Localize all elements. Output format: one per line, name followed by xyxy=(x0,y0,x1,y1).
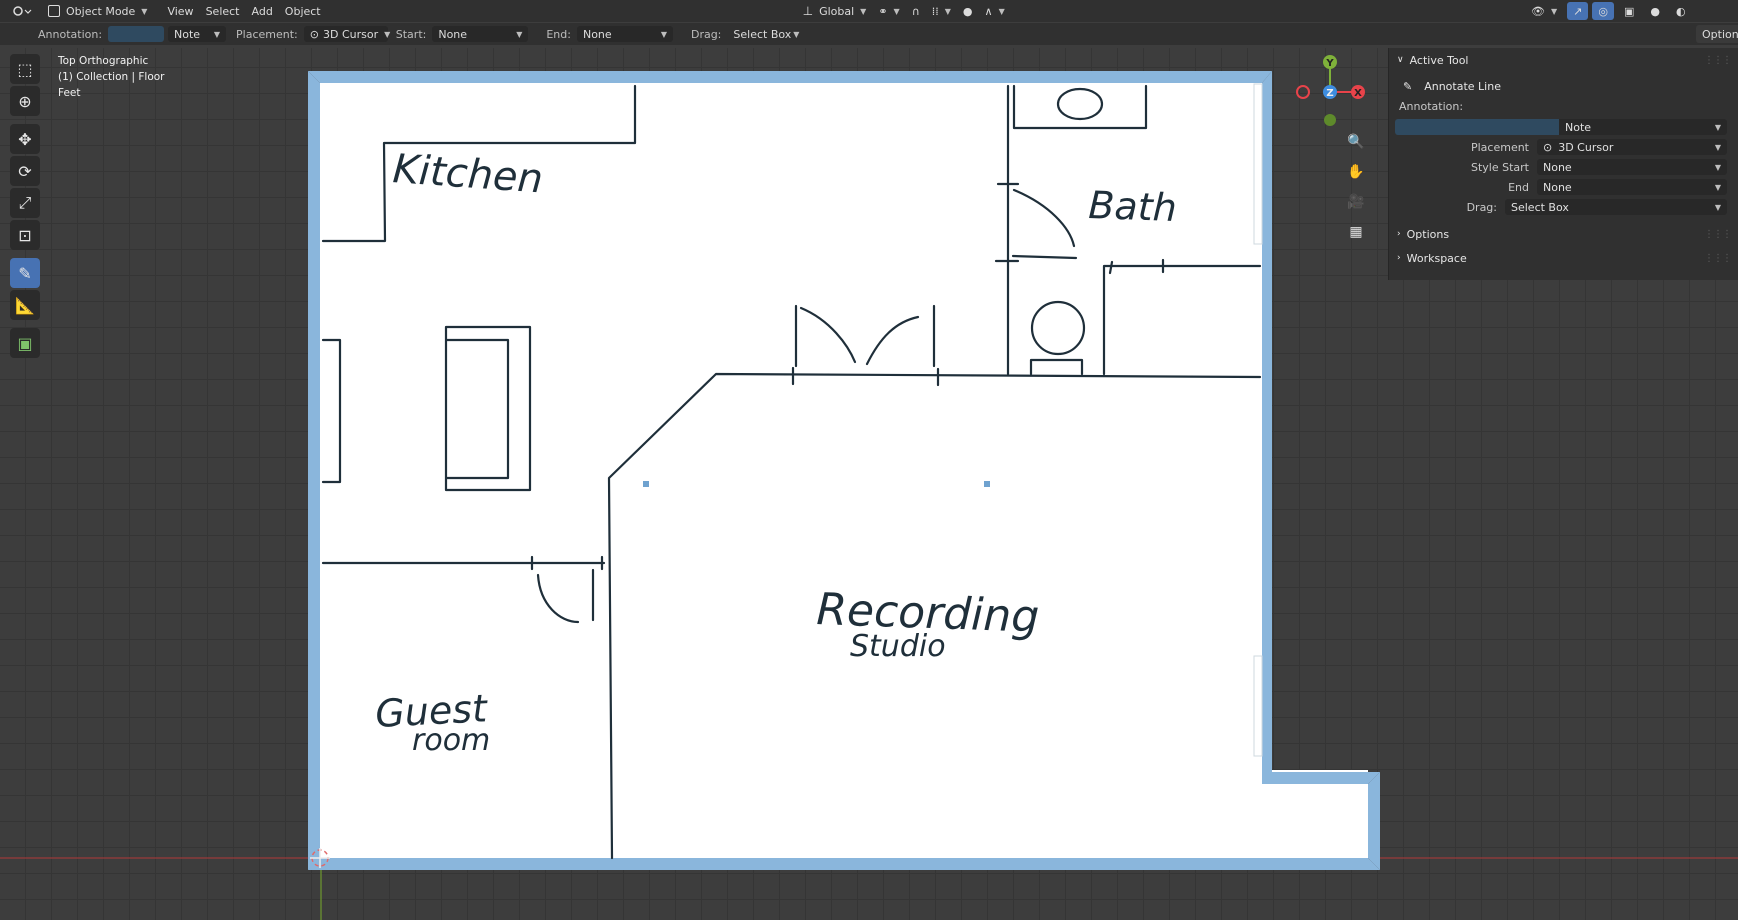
chevron-down-icon: ▼ xyxy=(1714,142,1721,152)
neg-x-handle xyxy=(1296,85,1310,99)
view-name: Top Orthographic xyxy=(58,55,149,67)
annotation-label-np: Annotation: xyxy=(1399,100,1464,113)
style-start-dropdown[interactable]: None ▼ xyxy=(1537,159,1727,175)
placement-value-np: 3D Cursor xyxy=(1558,140,1614,154)
camera-button[interactable]: 🎥 xyxy=(1344,190,1368,214)
workspace-section[interactable]: › Workspace ⋮⋮⋮ xyxy=(1389,246,1738,270)
camera-icon: 🎥 xyxy=(1347,194,1365,210)
annotation-dropdown-np[interactable]: Note ▼ xyxy=(1559,119,1727,135)
ruler-icon: 📐 xyxy=(15,295,35,315)
drag-row: Drag: Select Box ▼ xyxy=(1389,198,1738,216)
wall-right-upper xyxy=(1262,71,1272,782)
chevron-down-icon: ∨ xyxy=(1397,55,1404,65)
wall-bottom xyxy=(308,858,1380,870)
drag-dropdown-np[interactable]: Select Box ▼ xyxy=(1505,199,1727,215)
cube-icon: ▣ xyxy=(17,333,33,353)
style-start-value: None xyxy=(1543,160,1572,174)
end-label-np: End xyxy=(1508,180,1529,194)
move-tool[interactable]: ✥ xyxy=(10,124,40,154)
select-cursor-icon: ⬚ xyxy=(17,59,33,79)
chevron-right-icon: › xyxy=(1397,253,1401,263)
rotate-icon: ⟳ xyxy=(18,161,32,181)
zoom-button[interactable]: 🔍 xyxy=(1344,130,1368,154)
label-studio: Studio xyxy=(850,629,946,664)
annotate-line-icon: ✎ xyxy=(1403,79,1413,93)
cursor-icon: ⊙ xyxy=(1543,140,1553,154)
left-toolbar: ⬚ ⊕ ✥ ⟳ ⤢ ⊡ ✎ 📐 ▣ xyxy=(10,54,40,358)
add-cube-tool[interactable]: ▣ xyxy=(10,328,40,358)
transform-tool[interactable]: ⊡ xyxy=(10,220,40,250)
placement-dropdown-np[interactable]: ⊙ 3D Cursor ▼ xyxy=(1537,139,1727,155)
scale-tool[interactable]: ⤢ xyxy=(10,188,40,218)
end-dropdown-np[interactable]: None ▼ xyxy=(1537,179,1727,195)
drag-label-np: Drag: xyxy=(1466,200,1497,214)
wall-top xyxy=(308,71,1272,83)
end-row: End None ▼ xyxy=(1389,178,1738,196)
selection-handle xyxy=(643,481,649,487)
cursor-target-icon: ⊕ xyxy=(18,91,32,111)
active-tool-section[interactable]: ∨ Active Tool ⋮⋮⋮ xyxy=(1389,48,1738,72)
workspace-header: Workspace xyxy=(1406,251,1467,265)
units-info: Feet xyxy=(58,87,81,99)
pencil-icon: ✎ xyxy=(18,263,32,283)
style-start-row: Style Start None ▼ xyxy=(1389,158,1738,176)
style-start-label: Style Start xyxy=(1471,160,1529,174)
window-lower xyxy=(1253,655,1263,757)
placement-label-np: Placement xyxy=(1470,140,1529,154)
viewport-info: Top Orthographic (1) Collection | Floor … xyxy=(58,53,164,101)
end-value-np: None xyxy=(1543,180,1572,194)
active-tool-header: Active Tool xyxy=(1409,53,1469,67)
label-bath: Bath xyxy=(1088,183,1178,230)
y-axis-label: Y xyxy=(1325,58,1334,69)
sidebar-panel: ∨ Active Tool ⋮⋮⋮ ✎ Annotate Line Annota… xyxy=(1388,48,1738,280)
navigation-gizmo[interactable]: Y X Z xyxy=(1290,52,1370,132)
chevron-down-icon: ▼ xyxy=(1714,202,1721,212)
drag-grip-icon[interactable]: ⋮⋮⋮ xyxy=(1704,253,1732,264)
chevron-right-icon: › xyxy=(1397,229,1401,239)
annotate-tool[interactable]: ✎ xyxy=(10,258,40,288)
collection-info: (1) Collection | Floor xyxy=(58,71,165,83)
cursor-tool[interactable]: ⊕ xyxy=(10,86,40,116)
label-room: room xyxy=(412,723,490,758)
tool-name: Annotate Line xyxy=(1424,79,1501,93)
wall-step xyxy=(1262,772,1380,784)
placement-row: Placement ⊙ 3D Cursor ▼ xyxy=(1389,138,1738,156)
hand-icon: ✋ xyxy=(1347,164,1365,180)
drag-value-np: Select Box xyxy=(1511,200,1569,214)
x-axis-label: X xyxy=(1354,88,1362,99)
active-tool-row: ✎ Annotate Line xyxy=(1389,72,1738,100)
annotation-value-np: Note xyxy=(1565,120,1592,134)
wall-left xyxy=(308,71,320,870)
drag-grip-icon[interactable]: ⋮⋮⋮ xyxy=(1704,229,1732,240)
options-header: Options xyxy=(1406,227,1450,241)
grid-icon: ▦ xyxy=(1349,224,1363,240)
window-upper xyxy=(1253,83,1263,245)
options-section[interactable]: › Options ⋮⋮⋮ xyxy=(1389,222,1738,246)
select-box-tool[interactable]: ⬚ xyxy=(10,54,40,84)
chevron-down-icon: ▼ xyxy=(1714,182,1721,192)
selection-handle xyxy=(984,481,990,487)
z-axis-label: Z xyxy=(1326,88,1333,99)
rotate-tool[interactable]: ⟳ xyxy=(10,156,40,186)
pan-button[interactable]: ✋ xyxy=(1344,160,1368,184)
neg-y-handle xyxy=(1324,114,1336,126)
chevron-down-icon: ▼ xyxy=(1714,162,1721,172)
move-arrows-icon: ✥ xyxy=(18,129,32,149)
scale-icon: ⤢ xyxy=(18,193,32,212)
drag-grip-icon[interactable]: ⋮⋮⋮ xyxy=(1704,55,1732,66)
measure-tool[interactable]: 📐 xyxy=(10,290,40,320)
ortho-toggle[interactable]: ▦ xyxy=(1344,220,1368,244)
annotation-row: Note ▼ xyxy=(1389,118,1738,136)
transform-icon: ⊡ xyxy=(18,225,32,245)
navigation-controls: 🔍 ✋ 🎥 ▦ xyxy=(1344,130,1368,244)
annotation-color-swatch-np[interactable] xyxy=(1395,119,1559,135)
wall-right-lower xyxy=(1368,772,1380,870)
magnifier-icon: 🔍 xyxy=(1347,134,1365,150)
chevron-down-icon: ▼ xyxy=(1714,122,1721,132)
